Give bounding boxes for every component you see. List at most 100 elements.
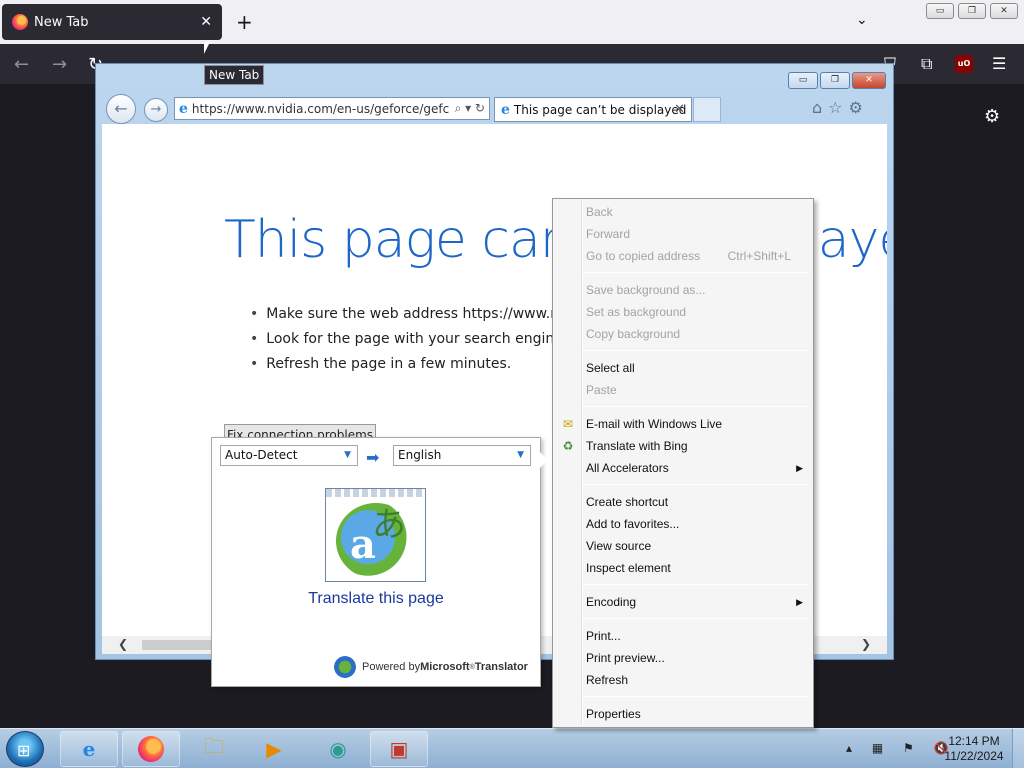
ie-minimize-button[interactable]: ▭ — [788, 72, 818, 89]
chevron-down-icon: ▼ — [517, 450, 524, 460]
ie-forward-button[interactable]: → — [144, 98, 168, 122]
translator-icon[interactable]: a あ — [325, 488, 426, 582]
shortcut-label: Ctrl+Shift+L — [727, 249, 791, 263]
menu-item-view-source[interactable]: View source — [555, 535, 811, 557]
product-name: Translator — [474, 661, 528, 673]
list-all-tabs-icon[interactable]: ⌄ — [856, 12, 868, 28]
menu-separator — [583, 584, 809, 585]
close-tab-icon[interactable]: ✕ — [200, 14, 212, 30]
menu-item-save-background[interactable]: Save background as... — [555, 279, 811, 301]
minimize-button[interactable]: ▭ — [926, 3, 954, 19]
menu-item-create-shortcut[interactable]: Create shortcut — [555, 491, 811, 513]
taskbar-explorer-icon[interactable]: 🗀 — [194, 733, 234, 765]
settings-gear-icon[interactable]: ⚙ — [984, 106, 1000, 127]
arrow-right-icon: ➡ — [366, 448, 380, 467]
menu-item-print-preview[interactable]: Print preview... — [555, 647, 811, 669]
extensions-icon[interactable]: ⧉ — [921, 54, 932, 74]
menu-item-translate-bing[interactable]: ♻ Translate with Bing — [555, 435, 811, 457]
ie-address-bar[interactable]: e https://www.nvidia.com/en-us/geforce/g… — [174, 97, 490, 120]
taskbar-app-icon[interactable]: ◉ — [318, 733, 358, 765]
ie-tab-close-icon[interactable]: ✕ — [674, 102, 685, 117]
powered-by: Powered by Microsoft ® Translator — [334, 656, 528, 678]
scroll-right-icon[interactable]: ❯ — [861, 637, 871, 651]
menu-separator — [583, 618, 809, 619]
translator-flyout: Auto-Detect ▼ ➡ English ▼ a あ Translate … — [211, 437, 548, 687]
new-tab-button[interactable]: + — [236, 10, 253, 34]
menu-item-forward[interactable]: Forward — [555, 223, 811, 245]
clock[interactable]: 12:14 PM 11/22/2024 — [940, 734, 1008, 764]
email-icon: ✉ — [562, 417, 574, 431]
ie-back-button[interactable]: ← — [106, 94, 136, 124]
menu-item-properties[interactable]: Properties — [555, 703, 811, 725]
menu-item-set-background[interactable]: Set as background — [555, 301, 811, 323]
from-language-select[interactable]: Auto-Detect ▼ — [220, 445, 358, 466]
firefox-icon — [12, 14, 28, 30]
to-language-select[interactable]: English ▼ — [393, 445, 531, 466]
firefox-tab-bar: New Tab ✕ + ⌄ ▭ ❐ ✕ — [0, 0, 1024, 44]
powered-prefix: Powered by — [362, 661, 421, 673]
back-icon[interactable]: ← — [14, 54, 29, 75]
clock-time: 12:14 PM — [948, 734, 1000, 748]
internet-explorer-icon: e — [179, 100, 188, 117]
menu-item-back[interactable]: Back — [555, 201, 811, 223]
menu-separator — [583, 696, 809, 697]
menu-item-go-copied[interactable]: Go to copied address Ctrl+Shift+L — [555, 245, 811, 267]
translate-icon: ♻ — [562, 439, 574, 453]
scroll-left-icon[interactable]: ❮ — [118, 637, 128, 651]
submenu-arrow-icon: ▶ — [796, 463, 803, 473]
menu-separator — [583, 484, 809, 485]
ublock-icon[interactable]: uO — [955, 55, 973, 73]
firefox-tab-new-tab[interactable]: New Tab ✕ — [2, 4, 222, 40]
firefox-tab-label: New Tab — [34, 14, 89, 30]
menu-separator — [583, 272, 809, 273]
tab-tooltip: New Tab — [204, 65, 265, 85]
menu-item-all-accelerators[interactable]: All Accelerators ▶ — [555, 457, 811, 479]
suggestion-item: Refresh the page in a few minutes. — [250, 356, 567, 372]
menu-item-email-live[interactable]: ✉ E-mail with Windows Live — [555, 413, 811, 435]
ie-address-text: https://www.nvidia.com/en-us/geforce/gef… — [191, 101, 450, 116]
taskbar-toolbox-icon[interactable]: ▣ — [370, 731, 428, 767]
forward-icon[interactable]: → — [52, 54, 67, 75]
translate-page-link[interactable]: Translate this page — [212, 590, 540, 608]
taskbar: ⊞ e 🗀 ▶ ◉ ▣ ▴ ▦ ⚑ 🔇 12:14 PM 11/22/2024 — [0, 728, 1024, 768]
show-desktop-button[interactable] — [1012, 729, 1024, 768]
menu-item-print[interactable]: Print... — [555, 625, 811, 647]
close-window-button[interactable]: ✕ — [990, 3, 1018, 19]
restore-button[interactable]: ❐ — [958, 3, 986, 19]
internet-explorer-tab-icon: e — [501, 101, 510, 118]
search-refresh-icons[interactable]: ⌕ ▾ ↻ — [455, 101, 485, 116]
chevron-down-icon: ▼ — [344, 450, 351, 460]
menu-item-select-all[interactable]: Select all — [555, 357, 811, 379]
from-language-value: Auto-Detect — [225, 448, 298, 462]
menu-item-copy-background[interactable]: Copy background — [555, 323, 811, 345]
menu-icon[interactable]: ☰ — [992, 54, 1006, 73]
menu-item-refresh[interactable]: Refresh — [555, 669, 811, 691]
taskbar-firefox-icon[interactable] — [122, 731, 180, 767]
menu-item-encoding[interactable]: Encoding ▶ — [555, 591, 811, 613]
windows-logo-icon: ⊞ — [17, 741, 31, 760]
menu-item-paste[interactable]: Paste — [555, 379, 811, 401]
start-button[interactable]: ⊞ — [6, 731, 44, 767]
suggestion-item: Look for the page with your search engin… — [250, 331, 567, 347]
taskbar-internet-explorer-icon[interactable]: e — [60, 731, 118, 767]
error-suggestions: Make sure the web address https://www.nv… — [250, 306, 567, 381]
brand-name: Microsoft — [420, 661, 470, 673]
ie-new-tab-button[interactable] — [693, 97, 721, 122]
to-language-value: English — [398, 448, 442, 462]
menu-item-add-favorites[interactable]: Add to favorites... — [555, 513, 811, 535]
clock-date: 11/22/2024 — [944, 749, 1004, 763]
submenu-arrow-icon: ▶ — [796, 597, 803, 607]
menu-item-inspect-element[interactable]: Inspect element — [555, 557, 811, 579]
mouse-cursor-icon — [204, 42, 210, 54]
suggestion-item: Make sure the web address https://www.nv — [250, 306, 567, 322]
taskbar-media-player-icon[interactable]: ▶ — [254, 733, 294, 765]
ie-tab[interactable]: e This page can’t be displayed ✕ — [494, 97, 692, 122]
menu-separator — [583, 406, 809, 407]
menu-separator — [583, 350, 809, 351]
microsoft-translator-icon — [334, 656, 356, 678]
ie-maximize-button[interactable]: ❐ — [820, 72, 850, 89]
context-menu: Back Forward Go to copied address Ctrl+S… — [552, 198, 814, 728]
ie-close-button[interactable]: ✕ — [852, 72, 886, 89]
home-favorites-tools-icons[interactable]: ⌂☆⚙ — [812, 98, 869, 117]
ie-tab-label: This page can’t be displayed — [513, 102, 687, 117]
